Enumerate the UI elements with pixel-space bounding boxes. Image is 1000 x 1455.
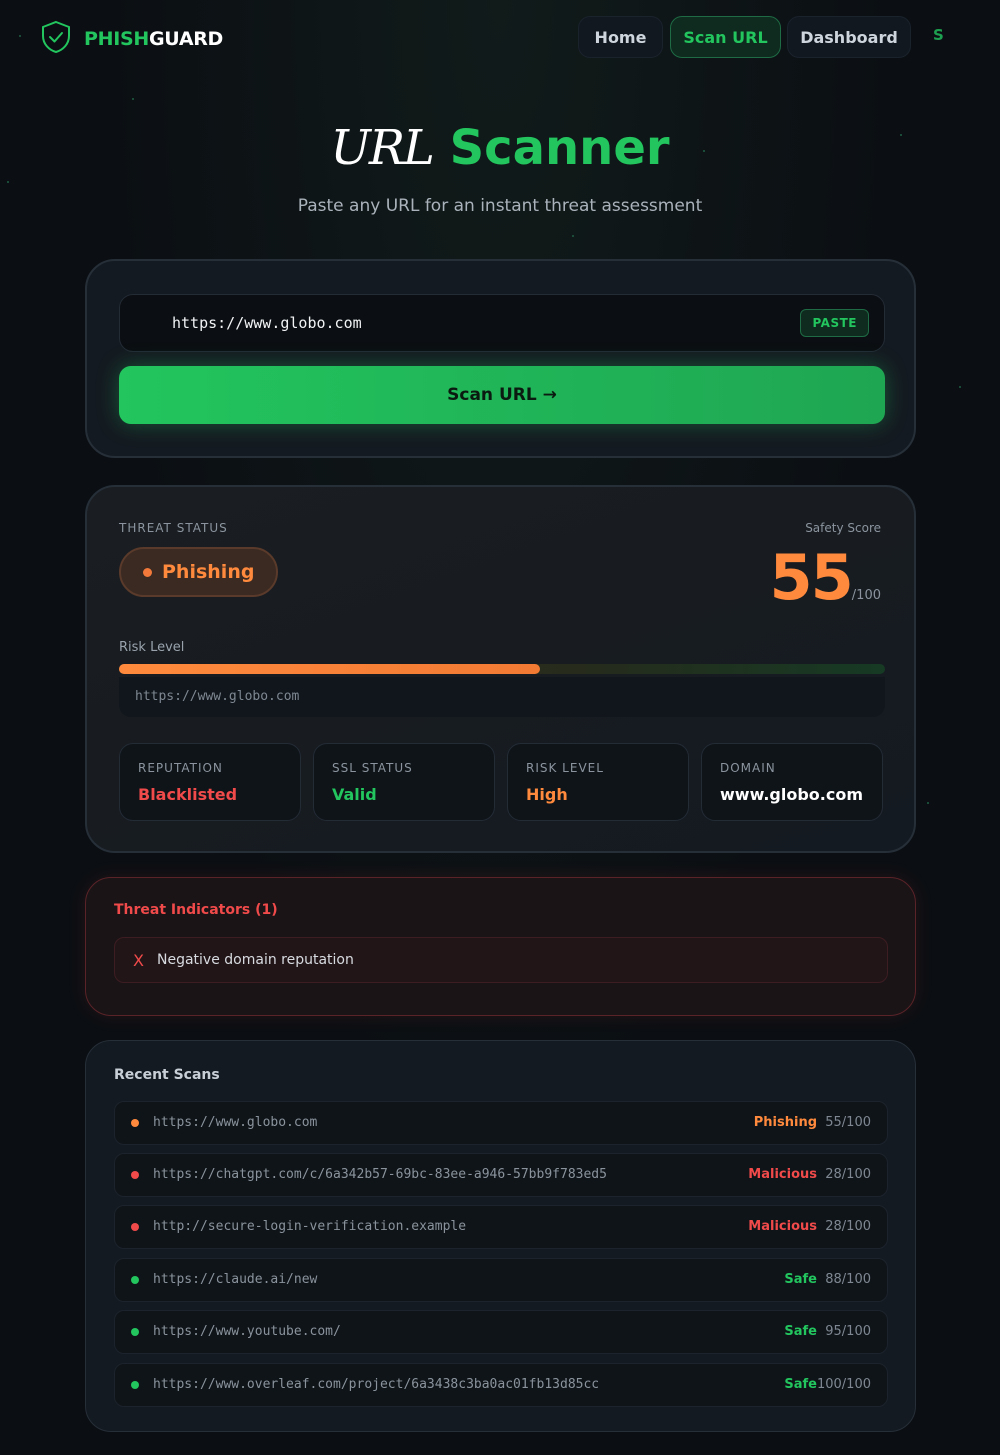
threat-indicator-item: X Negative domain reputation <box>114 937 888 983</box>
background-dot <box>959 386 961 388</box>
recent-scan-row[interactable]: https://chatgpt.com/c/6a342b57-69bc-83ee… <box>114 1153 888 1197</box>
recent-scan-url: https://claude.ai/new <box>153 1272 318 1287</box>
status-dot-icon <box>131 1223 139 1231</box>
recent-scans-card: Recent Scans https://www.globo.com Phish… <box>85 1040 916 1432</box>
stat-label: RISK LEVEL <box>526 761 604 775</box>
threat-status-label: THREAT STATUS <box>119 521 228 535</box>
recent-scan-status: Safe <box>784 1324 817 1339</box>
stat-domain: DOMAIN www.globo.com <box>701 743 883 821</box>
background-dot <box>572 235 574 237</box>
recent-scans-title: Recent Scans <box>114 1067 220 1083</box>
recent-scan-score: 88/100 <box>825 1272 871 1287</box>
stat-value: Valid <box>332 785 377 804</box>
recent-scan-status: Safe <box>784 1272 817 1287</box>
recent-scan-row[interactable]: https://www.globo.com Phishing 55/100 <box>114 1101 888 1145</box>
url-input[interactable]: https://www.globo.com PASTE <box>119 294 885 352</box>
stat-label: DOMAIN <box>720 761 776 775</box>
recent-scan-score: 100/100 <box>816 1377 871 1392</box>
recent-scan-score: 28/100 <box>825 1167 871 1182</box>
stat-label: SSL STATUS <box>332 761 413 775</box>
recent-scan-row[interactable]: https://www.overleaf.com/project/6a3438c… <box>114 1363 888 1407</box>
recent-scan-row[interactable]: https://claude.ai/new Safe 88/100 <box>114 1258 888 1302</box>
recent-scan-status: Malicious <box>748 1219 817 1234</box>
brand-logo[interactable]: PHISHGUARD <box>40 20 223 58</box>
user-avatar[interactable]: S <box>933 26 944 44</box>
recent-scan-score: 55/100 <box>825 1115 871 1130</box>
background-dot <box>927 802 929 804</box>
brand-name: PHISHGUARD <box>84 28 224 50</box>
stat-value: High <box>526 785 568 804</box>
stat-ssl-status: SSL STATUS Valid <box>313 743 495 821</box>
risk-level-label: Risk Level <box>119 640 185 655</box>
status-dot-icon <box>131 1276 139 1284</box>
safety-score-max: /100 <box>851 588 881 603</box>
stat-reputation: REPUTATION Blacklisted <box>119 743 301 821</box>
stat-value: www.globo.com <box>720 785 863 804</box>
page-title: URL Scanner <box>330 120 670 176</box>
recent-scan-url: https://chatgpt.com/c/6a342b57-69bc-83ee… <box>153 1167 607 1182</box>
scan-card: https://www.globo.com PASTE Scan URL → <box>85 259 916 458</box>
paste-button[interactable]: PASTE <box>800 309 869 337</box>
safety-score-value: 55 <box>769 541 854 614</box>
x-mark-icon: X <box>133 950 144 970</box>
threat-indicators-title: Threat Indicators (1) <box>114 902 278 918</box>
recent-scan-url: http://secure-login-verification.example <box>153 1219 467 1234</box>
recent-scan-score: 28/100 <box>825 1219 871 1234</box>
url-input-value: https://www.globo.com <box>172 314 362 332</box>
scan-url-button[interactable]: Scan URL → <box>119 366 885 424</box>
status-badge: Phishing <box>119 547 279 597</box>
shield-check-icon <box>40 20 72 58</box>
stat-risk-level: RISK LEVEL High <box>507 743 689 821</box>
scanned-url: https://www.globo.com <box>119 677 885 717</box>
result-card: THREAT STATUS Phishing Safety Score 55 /… <box>85 485 916 853</box>
background-dot <box>7 181 9 183</box>
status-dot-icon <box>131 1381 139 1389</box>
nav-home[interactable]: Home <box>578 16 663 58</box>
threat-indicators-card: Threat Indicators (1) X Negative domain … <box>85 877 916 1016</box>
risk-bar <box>119 664 885 674</box>
recent-scan-row[interactable]: https://www.youtube.com/ Safe 95/100 <box>114 1310 888 1354</box>
threat-indicator-text: Negative domain reputation <box>157 952 354 968</box>
status-dot-icon <box>131 1119 139 1127</box>
recent-scan-status: Phishing <box>753 1115 817 1130</box>
stat-value: Blacklisted <box>138 785 238 804</box>
recent-scan-status: Malicious <box>748 1167 817 1182</box>
safety-score: 55 /100 <box>770 541 881 615</box>
page-subtitle: Paste any URL for an instant threat asse… <box>297 196 703 216</box>
recent-scan-url: https://www.overleaf.com/project/6a3438c… <box>153 1377 600 1392</box>
recent-scan-row[interactable]: http://secure-login-verification.example… <box>114 1205 888 1249</box>
recent-scan-url: https://www.globo.com <box>153 1115 318 1130</box>
nav-dashboard[interactable]: Dashboard <box>787 16 911 58</box>
top-nav: PHISHGUARD Home Scan URL Dashboard S <box>0 0 1000 74</box>
status-dot-icon <box>143 567 152 577</box>
recent-scan-status: Safe <box>784 1377 817 1392</box>
recent-scan-score: 95/100 <box>825 1324 871 1339</box>
background-dot <box>132 98 134 100</box>
safety-score-label: Safety Score <box>805 521 881 535</box>
risk-bar-fill <box>119 664 541 674</box>
status-dot-icon <box>131 1171 139 1179</box>
recent-scan-url: https://www.youtube.com/ <box>153 1324 341 1339</box>
status-text: Phishing <box>162 561 255 583</box>
nav-scan-url[interactable]: Scan URL <box>670 16 781 58</box>
status-dot-icon <box>131 1328 139 1336</box>
stat-label: REPUTATION <box>138 761 223 775</box>
